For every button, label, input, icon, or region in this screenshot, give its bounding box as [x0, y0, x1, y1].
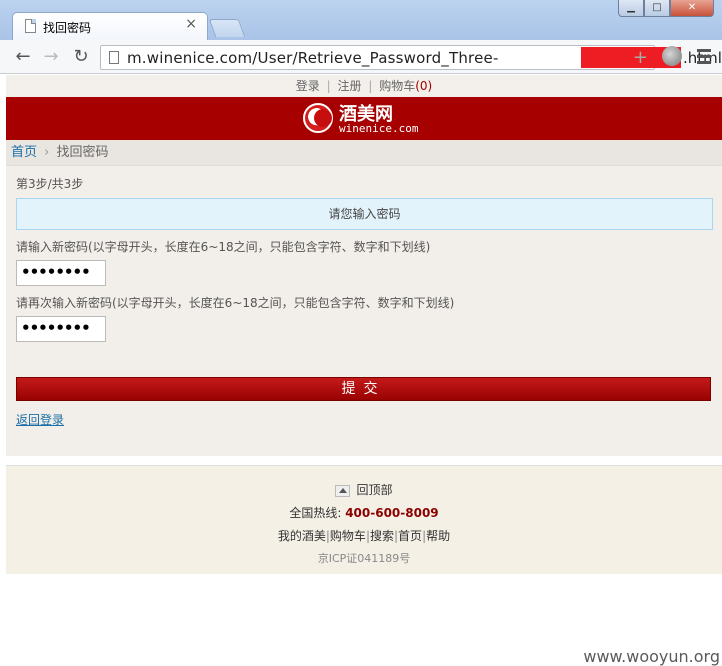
footer-links: 我的酒美|购物车|搜索|首页|帮助: [277, 529, 451, 543]
back-to-top-label[interactable]: 回顶部: [356, 483, 392, 497]
browser-toolbar: ← → ↻ m.winenice.com/User/Retrieve_Passw…: [0, 40, 722, 74]
close-window-button[interactable]: ✕: [670, 0, 714, 17]
document-icon: [25, 19, 36, 33]
browser-tab[interactable]: 找回密码 ×: [12, 12, 208, 40]
site-header: 酒美网 winenice.com: [6, 97, 722, 140]
reset-password-form: 第3步/共3步 请您输入密码 请输入新密码(以字母开头，长度在6~18之间，只能…: [6, 166, 722, 456]
globe-icon[interactable]: [662, 46, 682, 66]
hotline-label: 全国热线:: [289, 506, 342, 520]
url-text: m.winenice.com/User/Retrieve_Password_Th…: [127, 49, 499, 67]
browser-titlebar: 找回密码 × ▁ □ ✕: [0, 0, 722, 40]
new-password-label: 请输入新密码(以字母开头，长度在6~18之间，只能包含字符、数字和下划线): [16, 240, 431, 254]
chevron-right-icon: ›: [44, 145, 50, 160]
bookmark-icon[interactable]: +: [633, 47, 648, 68]
footer-link-search[interactable]: 搜索: [370, 529, 394, 543]
reload-icon[interactable]: ↻: [70, 46, 92, 68]
logo-icon[interactable]: [303, 103, 333, 133]
confirm-password-label: 请再次输入新密码(以字母开头，长度在6~18之间，只能包含字符、数字和下划线): [16, 296, 455, 310]
site-footer: 回顶部 全国热线: 400-600-8009 我的酒美|购物车|搜索|首页|帮助…: [6, 466, 722, 574]
new-tab-button[interactable]: [208, 19, 246, 37]
logo-text-en[interactable]: winenice.com: [339, 122, 418, 135]
login-link[interactable]: 登录: [296, 79, 320, 93]
back-arrow-icon[interactable]: ←: [12, 46, 34, 68]
arrow-up-icon[interactable]: [335, 484, 351, 497]
page-icon: [109, 51, 119, 64]
submit-button[interactable]: 提交: [16, 377, 711, 401]
cart-count: (0): [415, 79, 433, 93]
menu-icon[interactable]: [697, 49, 711, 67]
cart-link[interactable]: 购物车(0): [379, 79, 432, 93]
breadcrumb-current: 找回密码: [56, 145, 109, 160]
address-bar[interactable]: m.winenice.com/User/Retrieve_Password_Th…: [100, 45, 722, 70]
top-links-bar: 登录 | 注册 | 购物车(0): [6, 75, 722, 97]
separator: |: [326, 79, 331, 93]
notice-box: 请您输入密码: [16, 198, 713, 230]
footer-link-help[interactable]: 帮助: [426, 529, 450, 543]
hotline: 全国热线: 400-600-8009: [6, 504, 722, 521]
breadcrumb-home-link[interactable]: 首页: [11, 145, 37, 160]
new-password-field[interactable]: ••••••••: [16, 260, 106, 286]
register-link[interactable]: 注册: [337, 79, 361, 93]
web-page: 登录 | 注册 | 购物车(0) 酒美网 winenice.com 首页 › 找…: [6, 75, 722, 666]
separator: |: [368, 79, 373, 93]
confirm-password-field[interactable]: ••••••••: [16, 316, 106, 342]
divider: [6, 456, 722, 466]
tab-title: 找回密码: [43, 21, 92, 35]
minimize-button[interactable]: ▁: [618, 0, 644, 17]
step-indicator: 第3步/共3步: [16, 177, 84, 191]
cart-label: 购物车: [379, 79, 416, 93]
footer-link-my-account[interactable]: 我的酒美: [278, 529, 326, 543]
watermark: www.wooyun.org: [583, 647, 720, 666]
tab-close-icon[interactable]: ×: [185, 16, 197, 32]
maximize-button[interactable]: □: [644, 0, 670, 17]
forward-arrow-icon[interactable]: →: [40, 46, 62, 68]
window-controls: ▁ □ ✕: [618, 0, 714, 18]
hotline-number: 400-600-8009: [345, 506, 439, 520]
breadcrumb: 首页 › 找回密码: [6, 140, 722, 166]
back-to-login-link[interactable]: 返回登录: [16, 411, 64, 428]
icp-license: 京ICP证041189号: [317, 552, 411, 565]
footer-link-cart[interactable]: 购物车: [330, 529, 366, 543]
back-to-top[interactable]: 回顶部: [6, 481, 722, 498]
footer-link-home[interactable]: 首页: [398, 529, 422, 543]
